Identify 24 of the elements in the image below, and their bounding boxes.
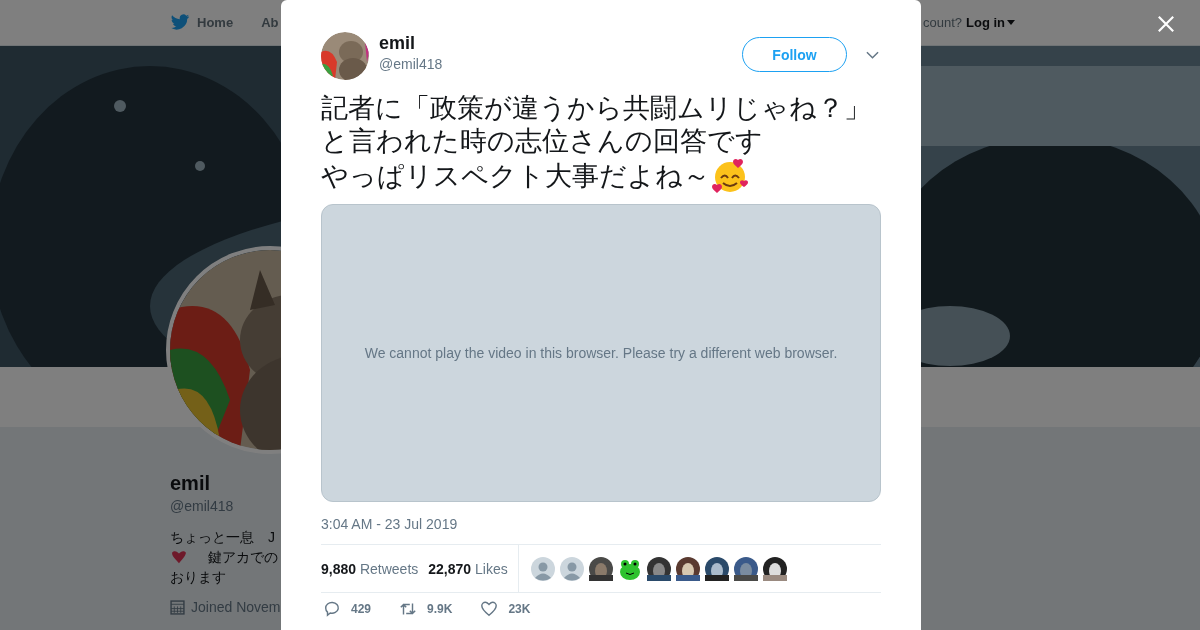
- profile-handle: @emil418: [170, 498, 235, 514]
- like-count[interactable]: 22,870 Likes: [428, 560, 508, 577]
- calendar-icon: [170, 599, 185, 615]
- account-prompt: count?: [922, 15, 962, 30]
- close-icon[interactable]: [1157, 15, 1175, 33]
- timestamp[interactable]: 3:04 AM - 23 Jul 2019: [321, 516, 458, 532]
- profile-name: emil: [170, 472, 212, 495]
- action-count: 429: [351, 602, 372, 616]
- joined-date: Joined Novem: [191, 599, 281, 615]
- heart-icon[interactable]: [480, 600, 499, 618]
- nav-link[interactable]: Ab: [261, 15, 279, 30]
- nav-link[interactable]: Home: [197, 15, 234, 30]
- retweet-count[interactable]: 9,880 Retweets: [321, 560, 419, 577]
- retweet-icon[interactable]: [399, 600, 418, 618]
- bio-text: おります: [170, 568, 226, 587]
- action-count: 9.9K: [427, 602, 453, 616]
- bio-text: 鍵アカでの: [208, 548, 278, 567]
- reply-icon[interactable]: [323, 600, 341, 618]
- heart-icon: [170, 550, 188, 564]
- login-link[interactable]: Log in: [966, 15, 1015, 30]
- default-avatar-icon[interactable]: [530, 556, 555, 581]
- bio-text: ちょっと一息 J: [170, 528, 275, 547]
- action-count: 23K: [508, 602, 531, 616]
- caret-icon: [1007, 20, 1015, 25]
